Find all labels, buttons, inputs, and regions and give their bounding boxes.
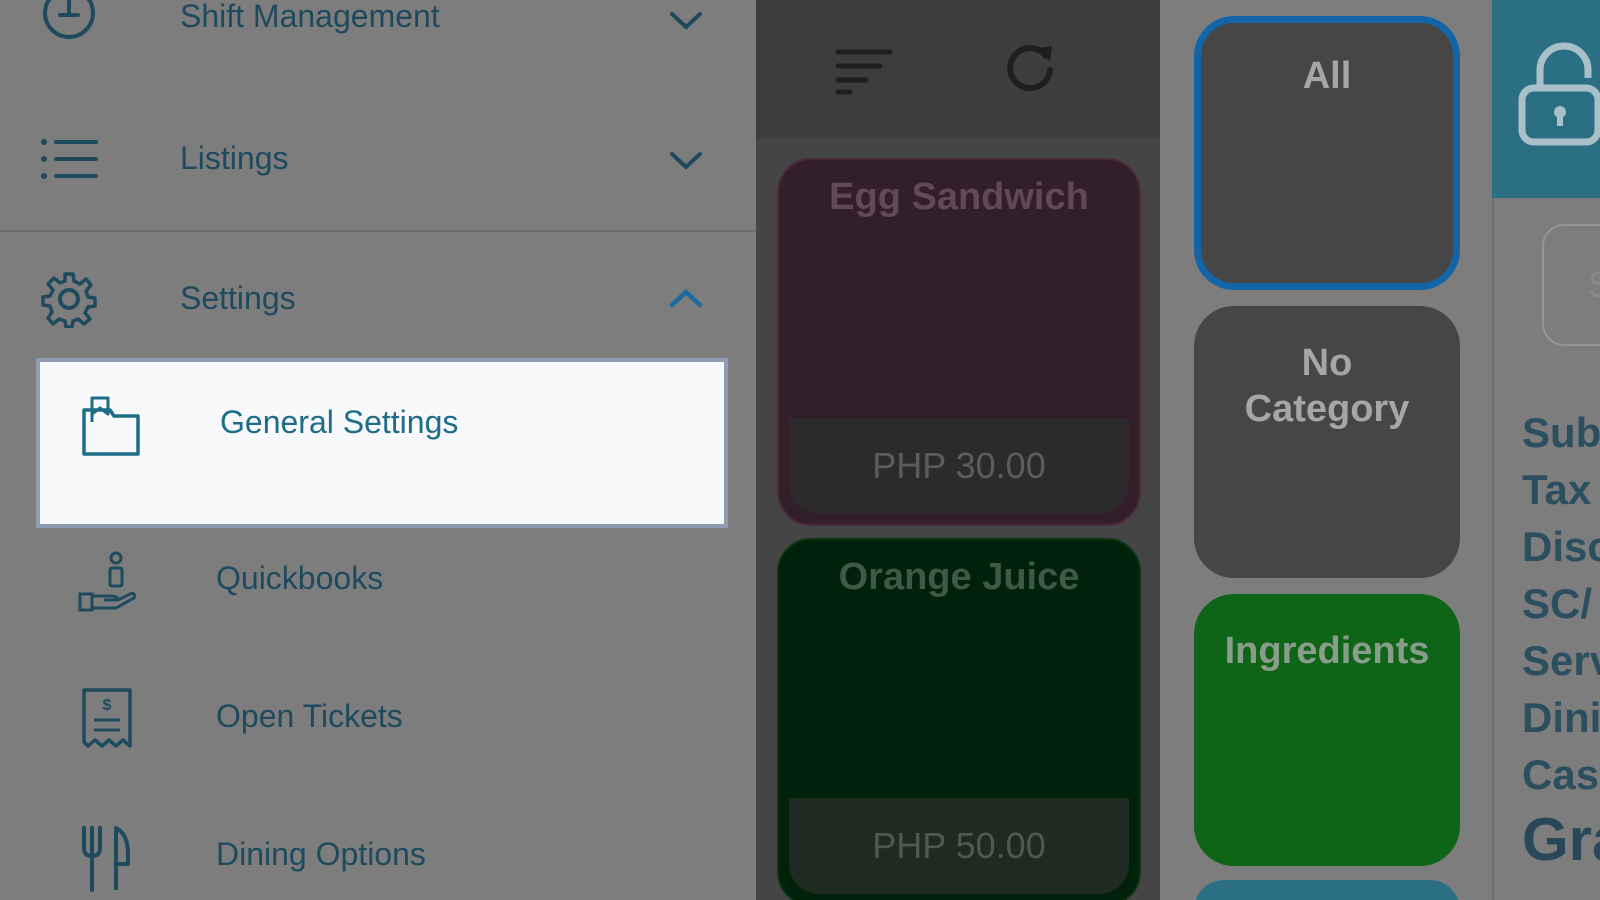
summary-label: Serv [1522,637,1600,684]
settings-item-label: Dining Options [216,836,426,872]
clock-icon [40,0,98,42]
nav-item-settings[interactable]: Settings [0,268,756,329]
utensils-icon [76,824,138,892]
item-card-orange-juice[interactable]: Orange Juice PHP 50.00 [777,538,1141,900]
category-ingredients[interactable]: Ingredients [1194,594,1460,866]
summary-label: SC/ [1522,580,1593,627]
item-name: Egg Sandwich [829,176,1089,218]
category-no-category[interactable]: No Category [1194,306,1460,578]
nav-label: Shift Management [180,0,440,34]
settings-item-open-tickets[interactable]: $ Open Tickets [36,652,728,788]
settings-item-general-settings[interactable]: General Settings [36,358,728,528]
settings-item-quickbooks[interactable]: Quickbooks [36,514,728,650]
gear-icon [40,270,98,329]
settings-item-label: Quickbooks [216,560,384,596]
folder-icon [80,392,142,460]
category-label: No Category [1244,342,1410,430]
item-name: Orange Juice [838,556,1080,598]
item-price: PHP 50.00 [789,798,1129,894]
search-input-partial[interactable]: S [1542,224,1600,346]
svg-text:$: $ [103,697,112,714]
unlock-icon[interactable] [1518,40,1600,150]
chevron-down-icon [668,148,704,172]
grand-total-label: Gra [1522,806,1600,873]
hand-coin-icon [76,548,138,616]
nav-label: Settings [180,280,296,316]
category-all[interactable]: All [1194,16,1460,290]
navigation-drawer: Shift Management Listings Settings Gener… [0,0,756,900]
summary-label: Disc [1522,523,1600,570]
nav-label: Listings [180,140,289,176]
settings-item-label: Open Tickets [216,698,403,734]
settings-item-dining-options[interactable]: Dining Options [36,790,728,900]
category-label: All [1302,55,1352,97]
item-card-egg-sandwich[interactable]: Egg Sandwich PHP 30.00 [777,158,1141,526]
drawer-divider [0,230,756,232]
nav-item-shift-management[interactable]: Shift Management [0,0,756,46]
chevron-up-icon [668,286,704,310]
refresh-icon[interactable] [1000,40,1060,96]
category-label: Ingredients [1224,630,1430,672]
list-icon [40,130,98,188]
nav-item-listings[interactable]: Listings [0,128,756,188]
chevron-down-icon [668,8,704,32]
sort-lines-icon[interactable] [834,40,894,96]
items-toolbar [740,0,1160,138]
order-summary: Sub Tax Disc SC/ Serv Dini Cas Gra [1522,404,1600,875]
category-card-partial[interactable] [1194,880,1460,900]
summary-label: Cas [1522,751,1600,798]
receipt-icon: $ [76,686,138,754]
summary-label: Dini [1522,694,1600,741]
settings-item-label: General Settings [220,404,459,440]
summary-label: Tax [1522,466,1592,513]
summary-label: Sub [1522,409,1600,456]
item-price: PHP 30.00 [789,418,1129,514]
